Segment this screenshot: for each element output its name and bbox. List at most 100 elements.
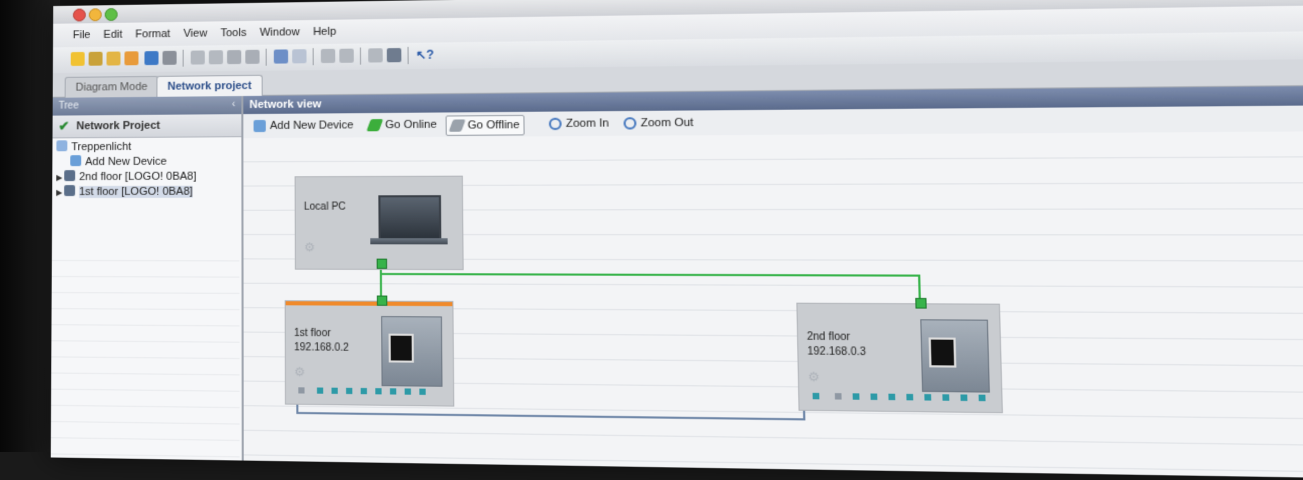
delete-icon[interactable] [190, 50, 205, 65]
plc-icon [64, 185, 76, 197]
io-port[interactable] [375, 388, 382, 395]
cut-icon[interactable] [208, 50, 224, 65]
tab-network-project[interactable]: Network project [156, 74, 263, 97]
menu-help[interactable]: Help [313, 20, 336, 44]
io-port[interactable] [360, 387, 367, 395]
add-device-icon [70, 155, 82, 167]
io-port[interactable] [404, 388, 411, 395]
device-1st-floor[interactable]: 1st floor 192.168.0.2 ⚙ [284, 295, 455, 407]
toolbar-separator [359, 47, 362, 65]
toolbar-separator [265, 48, 267, 66]
print-icon[interactable] [162, 50, 177, 65]
zoom-in-icon [548, 117, 562, 131]
screen-icon[interactable] [386, 48, 402, 63]
device-ip: 192.168.0.3 [807, 346, 867, 359]
checkmark-icon: ✔ [58, 118, 70, 134]
toolbar-separator [182, 49, 184, 67]
go-offline-icon [448, 119, 466, 132]
network-icon [56, 140, 68, 152]
menu-window[interactable]: Window [260, 20, 300, 45]
network-canvas[interactable]: Local PC ⚙ 1st floor 192.168.0.2 ⚙ 2nd f… [243, 130, 1303, 480]
device-name: 2nd floor [806, 331, 851, 344]
menu-edit[interactable]: Edit [103, 23, 122, 47]
paste-icon[interactable] [245, 49, 260, 64]
ethernet-port-icon[interactable] [915, 297, 927, 309]
settings-gear-icon: ⚙ [807, 369, 820, 385]
context-help-icon[interactable]: ↖? [416, 48, 434, 62]
io-port[interactable] [346, 387, 353, 395]
io-port[interactable] [298, 387, 305, 394]
menu-file[interactable]: File [73, 23, 91, 47]
collapse-panel-icon[interactable]: ‹ [232, 96, 235, 114]
logo-module-icon [381, 316, 443, 387]
tree-header-label: Tree [58, 100, 79, 112]
device-name: Local PC [303, 201, 346, 213]
io-port[interactable] [419, 388, 426, 395]
io-port[interactable] [331, 387, 338, 394]
go-online-icon [366, 119, 384, 132]
settings-gear-icon: ⚙ [294, 364, 306, 380]
toolbar-separator [312, 48, 314, 66]
menu-view[interactable]: View [183, 22, 207, 46]
new-dropdown-icon[interactable] [88, 51, 103, 66]
ethernet-port-icon[interactable] [376, 258, 388, 269]
io-port[interactable] [870, 393, 878, 400]
tree-item-1st-floor[interactable]: ▶ 1st floor [LOGO! 0BA8] [52, 185, 241, 201]
network-view-panel: Network view Add New Device Go Online Go… [243, 85, 1303, 480]
laptop-screen-icon [378, 195, 442, 241]
zoom-out-button[interactable]: Zoom Out [619, 114, 698, 133]
ethernet-port-icon[interactable] [376, 295, 388, 306]
project-tree-panel: Tree ‹ ✔ Network Project Treppenlicht Ad… [50, 96, 244, 480]
add-new-device-button[interactable]: Add New Device [249, 116, 357, 135]
laptop-base-icon [370, 238, 448, 245]
io-port[interactable] [389, 388, 397, 395]
io-port[interactable] [960, 394, 968, 401]
tree-item-add-device[interactable]: Add New Device [52, 154, 241, 170]
io-port[interactable] [906, 393, 914, 401]
undo-icon[interactable] [273, 49, 289, 64]
zoom-in-button[interactable]: Zoom In [545, 114, 614, 133]
tree-empty-area [50, 244, 240, 480]
network-project-label: Network Project [76, 119, 161, 133]
copy-icon[interactable] [227, 50, 242, 65]
device-name: 1st floor [294, 327, 331, 340]
go-offline-button[interactable]: Go Offline [445, 114, 526, 136]
save-icon[interactable] [144, 51, 159, 66]
new-file-icon[interactable] [70, 51, 85, 66]
toolbar-separator [407, 46, 409, 65]
logo-display-icon [388, 333, 414, 363]
io-port[interactable] [942, 394, 950, 401]
plc-icon [64, 170, 76, 182]
tab-diagram-mode[interactable]: Diagram Mode [64, 75, 159, 98]
close-window-button[interactable] [72, 8, 86, 22]
open-folder-icon[interactable] [106, 51, 121, 66]
io-port[interactable] [316, 387, 324, 394]
device-2nd-floor[interactable]: 2nd floor 192.168.0.3 ⚙ [796, 297, 1003, 414]
expand-arrow-icon[interactable]: ▶ [56, 170, 64, 185]
tree-header: Tree ‹ [52, 96, 242, 116]
device-local-pc[interactable]: Local PC ⚙ [294, 175, 464, 271]
go-online-button[interactable]: Go Online [364, 116, 441, 135]
zoom-window-button[interactable] [104, 8, 118, 22]
align-right-icon[interactable] [339, 48, 354, 63]
io-port[interactable] [852, 393, 860, 400]
io-port[interactable] [812, 392, 820, 400]
expand-arrow-icon[interactable]: ▶ [56, 185, 64, 200]
zoom-out-icon [623, 117, 637, 130]
minimize-window-button[interactable] [88, 8, 102, 22]
open-project-icon[interactable] [124, 51, 139, 66]
io-port[interactable] [924, 394, 932, 401]
selection-indicator [285, 301, 453, 307]
io-port[interactable] [888, 393, 896, 401]
tree-item-2nd-floor[interactable]: ▶ 2nd floor [LOGO! 0BA8] [52, 169, 241, 185]
menu-tools[interactable]: Tools [220, 21, 246, 45]
grid-icon[interactable] [368, 48, 383, 63]
add-device-icon [253, 119, 266, 133]
menu-format[interactable]: Format [135, 22, 170, 46]
io-port[interactable] [978, 394, 986, 402]
io-port[interactable] [834, 393, 842, 400]
align-left-icon[interactable] [320, 48, 336, 64]
redo-icon[interactable] [292, 49, 307, 64]
network-project-node[interactable]: ✔ Network Project [52, 114, 242, 139]
tree-root-treppenlicht[interactable]: Treppenlicht [52, 139, 241, 155]
